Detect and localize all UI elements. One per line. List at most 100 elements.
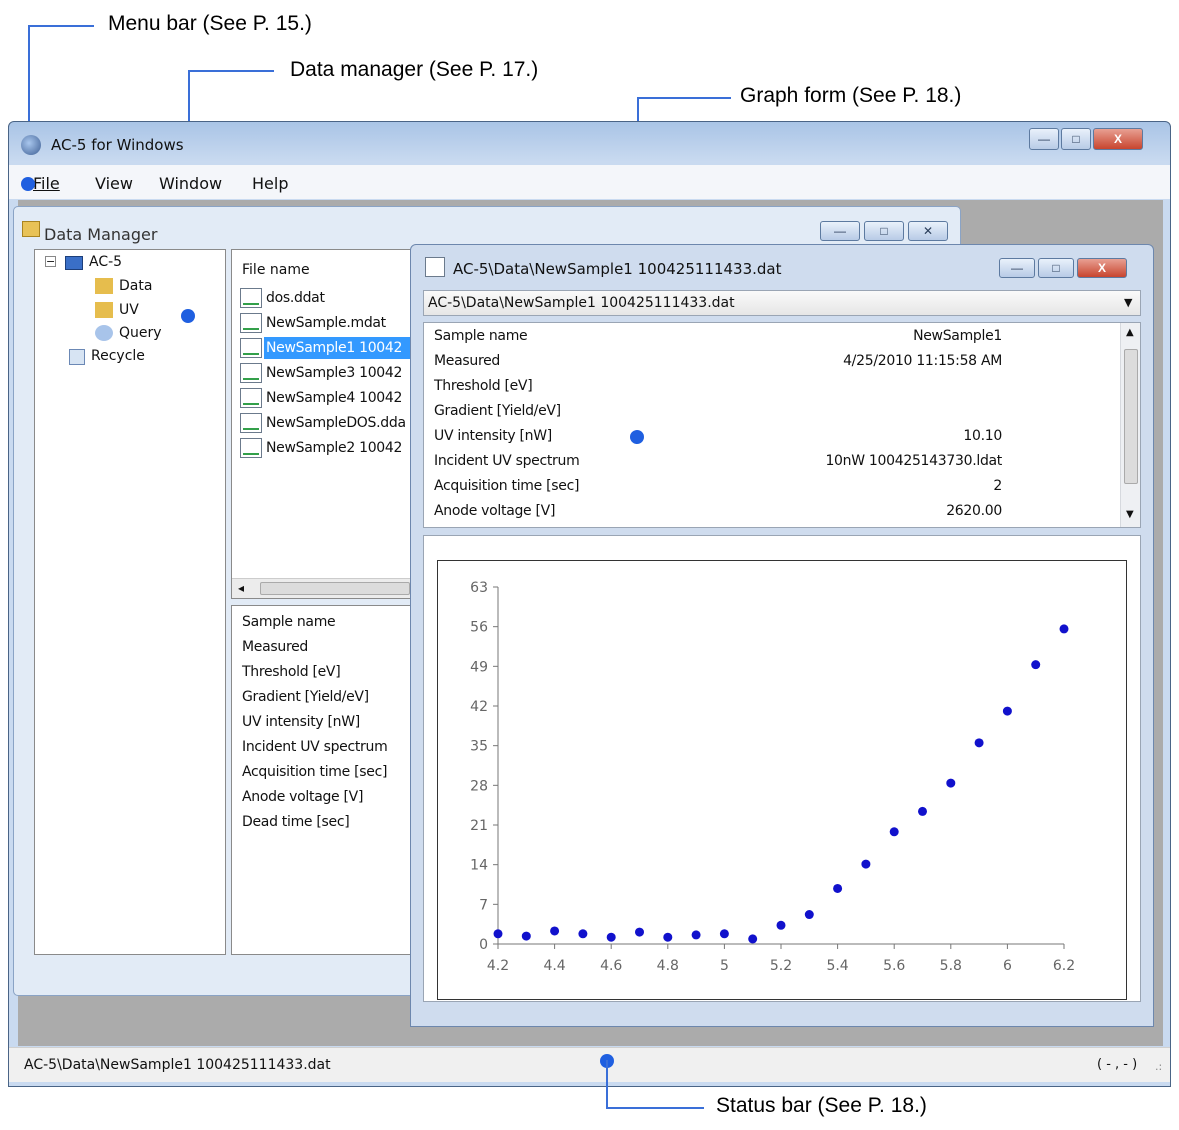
folder-icon: [95, 302, 113, 318]
x-tick-label: 6.2: [1053, 958, 1075, 974]
file-combo[interactable]: AC-5\Data\NewSample1 100425111433.dat ▼: [423, 290, 1141, 316]
file-item[interactable]: NewSampleDOS.dda: [266, 415, 406, 431]
data-point: [1059, 624, 1069, 634]
tree-item-query[interactable]: Query: [119, 325, 162, 341]
scrollbar-thumb[interactable]: [1124, 349, 1138, 484]
data-point: [493, 929, 503, 939]
window-minimize-button[interactable]: —: [1029, 128, 1059, 150]
file-item[interactable]: dos.ddat: [266, 290, 325, 306]
x-tick-label: 4.6: [600, 958, 622, 974]
data-point: [691, 930, 701, 940]
data-point: [521, 931, 531, 941]
gf-info-value: 2620.00: [946, 503, 1002, 519]
graph-form-icon: [425, 257, 445, 277]
info-label: Anode voltage [V]: [242, 789, 364, 805]
window-maximize-button[interactable]: □: [1061, 128, 1091, 150]
scrollbar-thumb[interactable]: [260, 582, 410, 595]
tree-expander-icon[interactable]: −: [45, 256, 56, 267]
menu-view[interactable]: View: [95, 174, 133, 193]
scroll-up-icon[interactable]: ▲: [1126, 327, 1134, 338]
gf-info-value: NewSample1: [913, 328, 1002, 344]
gf-info-value: 4/25/2010 11:15:58 AM: [843, 353, 1002, 369]
data-manager-marker: [181, 309, 195, 323]
gf-close-button[interactable]: X: [1077, 258, 1127, 278]
data-point: [946, 778, 956, 788]
file-icon: [240, 313, 262, 333]
gf-info-label: Threshold [eV]: [434, 378, 533, 394]
status-bar: AC-5\Data\NewSample1 100425111433.dat ( …: [9, 1047, 1170, 1082]
data-point: [889, 827, 899, 837]
folder-tree: − AC-5 Data UV Query Recycle: [34, 249, 226, 955]
gf-minimize-button[interactable]: —: [999, 258, 1035, 278]
gf-info-label: Gradient [Yield/eV]: [434, 403, 561, 419]
file-item[interactable]: NewSample2 10042: [266, 440, 402, 456]
gf-info-label: Acquisition time [sec]: [434, 478, 580, 494]
dm-minimize-button[interactable]: —: [820, 221, 860, 241]
data-point: [861, 859, 871, 869]
graph-area: 0 7 14 21 28 35 42 49 56 63 4.2 4.4 4.6 4.8 5 5.2 5.4 5.6…: [423, 535, 1141, 1002]
data-point: [918, 806, 927, 816]
file-item[interactable]: NewSample4 10042: [266, 390, 402, 406]
info-label: Threshold [eV]: [242, 664, 341, 680]
graph-form-title: AC-5\Data\NewSample1 100425111433.dat: [453, 260, 782, 278]
data-point: [550, 926, 560, 936]
gf-info-label: Anode voltage [V]: [434, 503, 556, 519]
graph-form-window: AC-5\Data\NewSample1 100425111433.dat — …: [410, 244, 1154, 1027]
y-tick-label: 35: [470, 739, 488, 755]
file-list: File name dos.ddat NewSample.mdat NewSam…: [231, 249, 412, 599]
dm-maximize-button[interactable]: □: [864, 221, 904, 241]
scatter-chart: 0 7 14 21 28 35 42 49 56 63 4.2 4.4 4.6 4.8 5 5.2 5.4 5.6…: [437, 560, 1127, 1000]
y-tick-label: 7: [479, 897, 488, 913]
dm-close-button[interactable]: ✕: [908, 221, 948, 241]
file-icon: [240, 288, 262, 308]
x-tick-label: 4.4: [543, 958, 565, 974]
y-tick-label: 28: [470, 778, 488, 794]
tree-item-recycle[interactable]: Recycle: [91, 348, 145, 364]
x-tick-label: 5.4: [826, 958, 848, 974]
x-tick-label: 5.8: [940, 958, 962, 974]
scroll-down-icon[interactable]: ▼: [1126, 509, 1134, 520]
file-item[interactable]: NewSample3 10042: [266, 365, 402, 381]
data-point: [635, 927, 644, 937]
tree-root-label[interactable]: AC-5: [89, 254, 122, 270]
recycle-icon: [69, 349, 85, 365]
gf-info-value: 10nW 100425143730.ldat: [825, 453, 1002, 469]
info-label: Gradient [Yield/eV]: [242, 689, 369, 705]
window-close-button[interactable]: X: [1093, 128, 1143, 150]
graph-form-leader-h: [637, 97, 731, 99]
gf-maximize-button[interactable]: □: [1038, 258, 1074, 278]
resize-grip-icon[interactable]: .:: [1155, 1060, 1162, 1073]
computer-icon: [65, 256, 83, 270]
file-icon: [240, 338, 262, 358]
x-tick-label: 4.2: [487, 958, 509, 974]
gf-info-value: 2: [993, 478, 1002, 494]
data-manager-callout: Data manager (See P. 17.): [290, 58, 539, 81]
vertical-scrollbar[interactable]: ▲ ▼: [1120, 323, 1140, 527]
y-tick-label: 14: [470, 858, 488, 874]
file-item-selected[interactable]: NewSample1 10042: [266, 340, 402, 356]
menu-window[interactable]: Window: [159, 174, 222, 193]
chevron-down-icon[interactable]: ▼: [1124, 296, 1132, 309]
menu-bar-marker: [21, 177, 35, 191]
folder-icon: [95, 278, 113, 294]
data-point: [804, 910, 814, 920]
menu-file[interactable]: File: [33, 174, 60, 193]
data-point: [776, 920, 786, 930]
gf-info-label: Incident UV spectrum: [434, 453, 580, 469]
y-tick-label: 56: [470, 620, 488, 636]
gf-info-label: UV intensity [nW]: [434, 428, 552, 444]
tree-item-data[interactable]: Data: [119, 278, 152, 294]
menu-bar-callout: Menu bar (See P. 15.): [108, 12, 312, 35]
file-name-header[interactable]: File name: [242, 262, 310, 278]
horizontal-scrollbar[interactable]: ◂: [232, 578, 410, 598]
scroll-left-icon[interactable]: ◂: [238, 581, 244, 595]
menu-help[interactable]: Help: [252, 174, 288, 193]
data-manager-icon: [22, 221, 40, 237]
data-manager-title: Data Manager: [44, 225, 158, 244]
file-icon: [240, 413, 262, 433]
data-manager-leader-h: [188, 70, 274, 72]
y-tick-label: 21: [470, 818, 488, 834]
file-item[interactable]: NewSample.mdat: [266, 315, 386, 331]
tree-item-uv[interactable]: UV: [119, 302, 139, 318]
info-label: UV intensity [nW]: [242, 714, 360, 730]
